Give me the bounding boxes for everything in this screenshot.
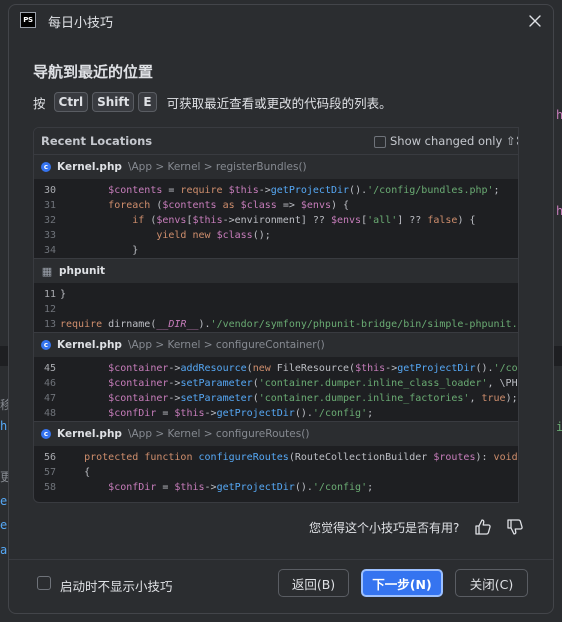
key-ctrl: Ctrl	[53, 92, 89, 112]
key-e: E	[138, 92, 157, 112]
code-line: 12	[34, 302, 518, 317]
preview-header: Recent Locations Show changed only ⇧⌘	[34, 128, 518, 155]
recent-locations-list: c Kernel.php \App > Kernel > registerBundl…	[34, 155, 518, 495]
background-fragment: h	[556, 204, 562, 218]
recent-locations-preview: Recent Locations Show changed only ⇧⌘ cK…	[33, 127, 519, 503]
code-text: $container->setParameter('container.dump…	[108, 393, 518, 404]
line-number: 57	[43, 467, 56, 478]
location-file-header[interactable]: c Kernel.php \App > Kernel > configureCont…	[34, 333, 518, 357]
show-changed-label: Show changed only ⇧⌘	[390, 134, 519, 148]
line-number: 33	[43, 230, 56, 241]
close-window-button[interactable]	[525, 11, 545, 31]
title-bar: PS 每日小技巧	[9, 5, 553, 37]
thumbs-down-icon	[507, 519, 523, 535]
line-number: 30	[43, 185, 56, 196]
code-text: }	[60, 289, 67, 300]
close-button[interactable]: 关闭(C)	[455, 569, 528, 597]
line-number: 48	[43, 408, 56, 419]
background-fragment: h	[556, 108, 562, 122]
code-text: require dirname(__DIR__).'/vendor/symfon…	[60, 319, 519, 330]
background-fragment: h	[0, 419, 8, 433]
code-line: 45 $container->addResource(new FileResou…	[34, 361, 518, 376]
code-line: 58 $confDir = $this->getProjectDir().'/c…	[34, 480, 518, 495]
code-line: 46 $container->setParameter('container.d…	[34, 376, 518, 391]
code-text: foreach ($contents as $class => $envs) {	[108, 200, 350, 211]
show-changed-checkbox	[374, 136, 386, 148]
key-shift: Shift	[92, 92, 135, 112]
code-text: $container->addResource(new FileResource…	[108, 363, 518, 374]
line-number: 58	[43, 482, 56, 493]
code-line: 11}	[34, 287, 518, 302]
php-class-icon: c	[41, 340, 51, 350]
code-line: 47 $container->setParameter('container.d…	[34, 391, 518, 406]
code-line: 13 require dirname(__DIR__).'/vendor/symf…	[34, 317, 518, 332]
location-file-name: phpunit	[59, 265, 106, 277]
phpstorm-app-icon: PS	[20, 12, 36, 28]
code-text: }	[60, 245, 139, 256]
next-button[interactable]: 下一步(N)	[361, 569, 443, 597]
dont-show-on-startup-label: 启动时不显示小技巧	[60, 579, 173, 594]
tip-description: 按 Ctrl Shift E 可获取最近查看或更改的代码段的列表。	[33, 92, 392, 112]
line-number: 56	[43, 452, 56, 463]
thumbs-up-button[interactable]	[473, 517, 493, 537]
line-number: 11	[43, 289, 56, 300]
tip-text-after: 可获取最近查看或更改的代码段的列表。	[166, 95, 392, 111]
code-line: 31 foreach ($contents as $class => $envs…	[34, 198, 518, 213]
background-fragment: ic	[556, 420, 562, 434]
line-number: 32	[43, 215, 56, 226]
thumbs-up-icon	[475, 519, 491, 535]
code-line: 57 {	[34, 465, 518, 480]
location-breadcrumb: \App > Kernel > configureRoutes()	[127, 428, 310, 440]
code-line: 33 yield new $class();	[34, 228, 518, 243]
code-text: if ($envs[$this->environment] ?? $envs['…	[132, 215, 476, 226]
close-icon	[529, 15, 541, 27]
line-number: 46	[43, 378, 56, 389]
code-line: 34 }	[34, 243, 518, 258]
line-number: 12	[43, 304, 56, 315]
footer-divider	[9, 559, 553, 560]
file-grid-icon: ▦	[41, 264, 53, 278]
preview-title: Recent Locations	[41, 134, 153, 148]
location-file-name: Kernel.php	[57, 161, 122, 173]
dont-show-on-startup-checkbox[interactable]	[37, 576, 51, 590]
code-text: protected function configureRoutes(Route…	[84, 452, 518, 463]
location-breadcrumb: \App > Kernel > configureContainer()	[127, 339, 325, 351]
feedback-question: 您觉得这个小技巧是否有用?	[309, 521, 460, 535]
code-line: 56 protected function configureRoutes(Ro…	[34, 450, 518, 465]
background-fragment: e	[0, 494, 8, 508]
line-number: 13	[43, 319, 56, 330]
php-class-icon: c	[41, 162, 51, 172]
code-text: $confDir = $this->getProjectDir().'/conf…	[108, 482, 374, 493]
window-title: 每日小技巧	[48, 16, 114, 31]
line-number: 31	[43, 200, 56, 211]
location-file-header[interactable]: ▦ phpunit	[34, 259, 518, 283]
location-file-name: Kernel.php	[57, 339, 122, 351]
code-text: {	[60, 467, 91, 478]
location-breadcrumb: \App > Kernel > registerBundles()	[127, 161, 307, 173]
code-text: $confDir = $this->getProjectDir().'/conf…	[108, 408, 374, 419]
back-button[interactable]: 返回(B)	[278, 569, 349, 597]
code-text: $container->setParameter('container.dump…	[108, 378, 518, 389]
code-line: 48 $confDir = $this->getProjectDir().'/c…	[34, 406, 518, 421]
location-file-header[interactable]: c Kernel.php \App > Kernel > configureRout…	[34, 422, 518, 446]
thumbs-down-button[interactable]	[505, 517, 525, 537]
line-number: 45	[43, 363, 56, 374]
background-fragment: a	[0, 543, 8, 557]
code-text: $contents = require $this->getProjectDir…	[108, 185, 500, 196]
location-file-name: Kernel.php	[57, 428, 122, 440]
line-number: 34	[43, 245, 56, 256]
line-number: 47	[43, 393, 56, 404]
code-line: 32 if ($envs[$this->environment] ?? $env…	[34, 213, 518, 228]
background-fragment: e	[0, 518, 8, 532]
tip-title: 导航到最近的位置	[33, 63, 154, 81]
php-class-icon: c	[41, 429, 51, 439]
code-text: yield new $class();	[156, 230, 271, 241]
location-file-header[interactable]: c Kernel.php \App > Kernel > registerBundl…	[34, 155, 518, 179]
code-line: 30 $contents = require $this->getProject…	[34, 183, 518, 198]
tip-text-before: 按	[33, 95, 46, 111]
tip-of-the-day-dialog: PS 每日小技巧 导航到最近的位置 按 Ctrl Shift E 可获取最近查看…	[8, 4, 554, 614]
